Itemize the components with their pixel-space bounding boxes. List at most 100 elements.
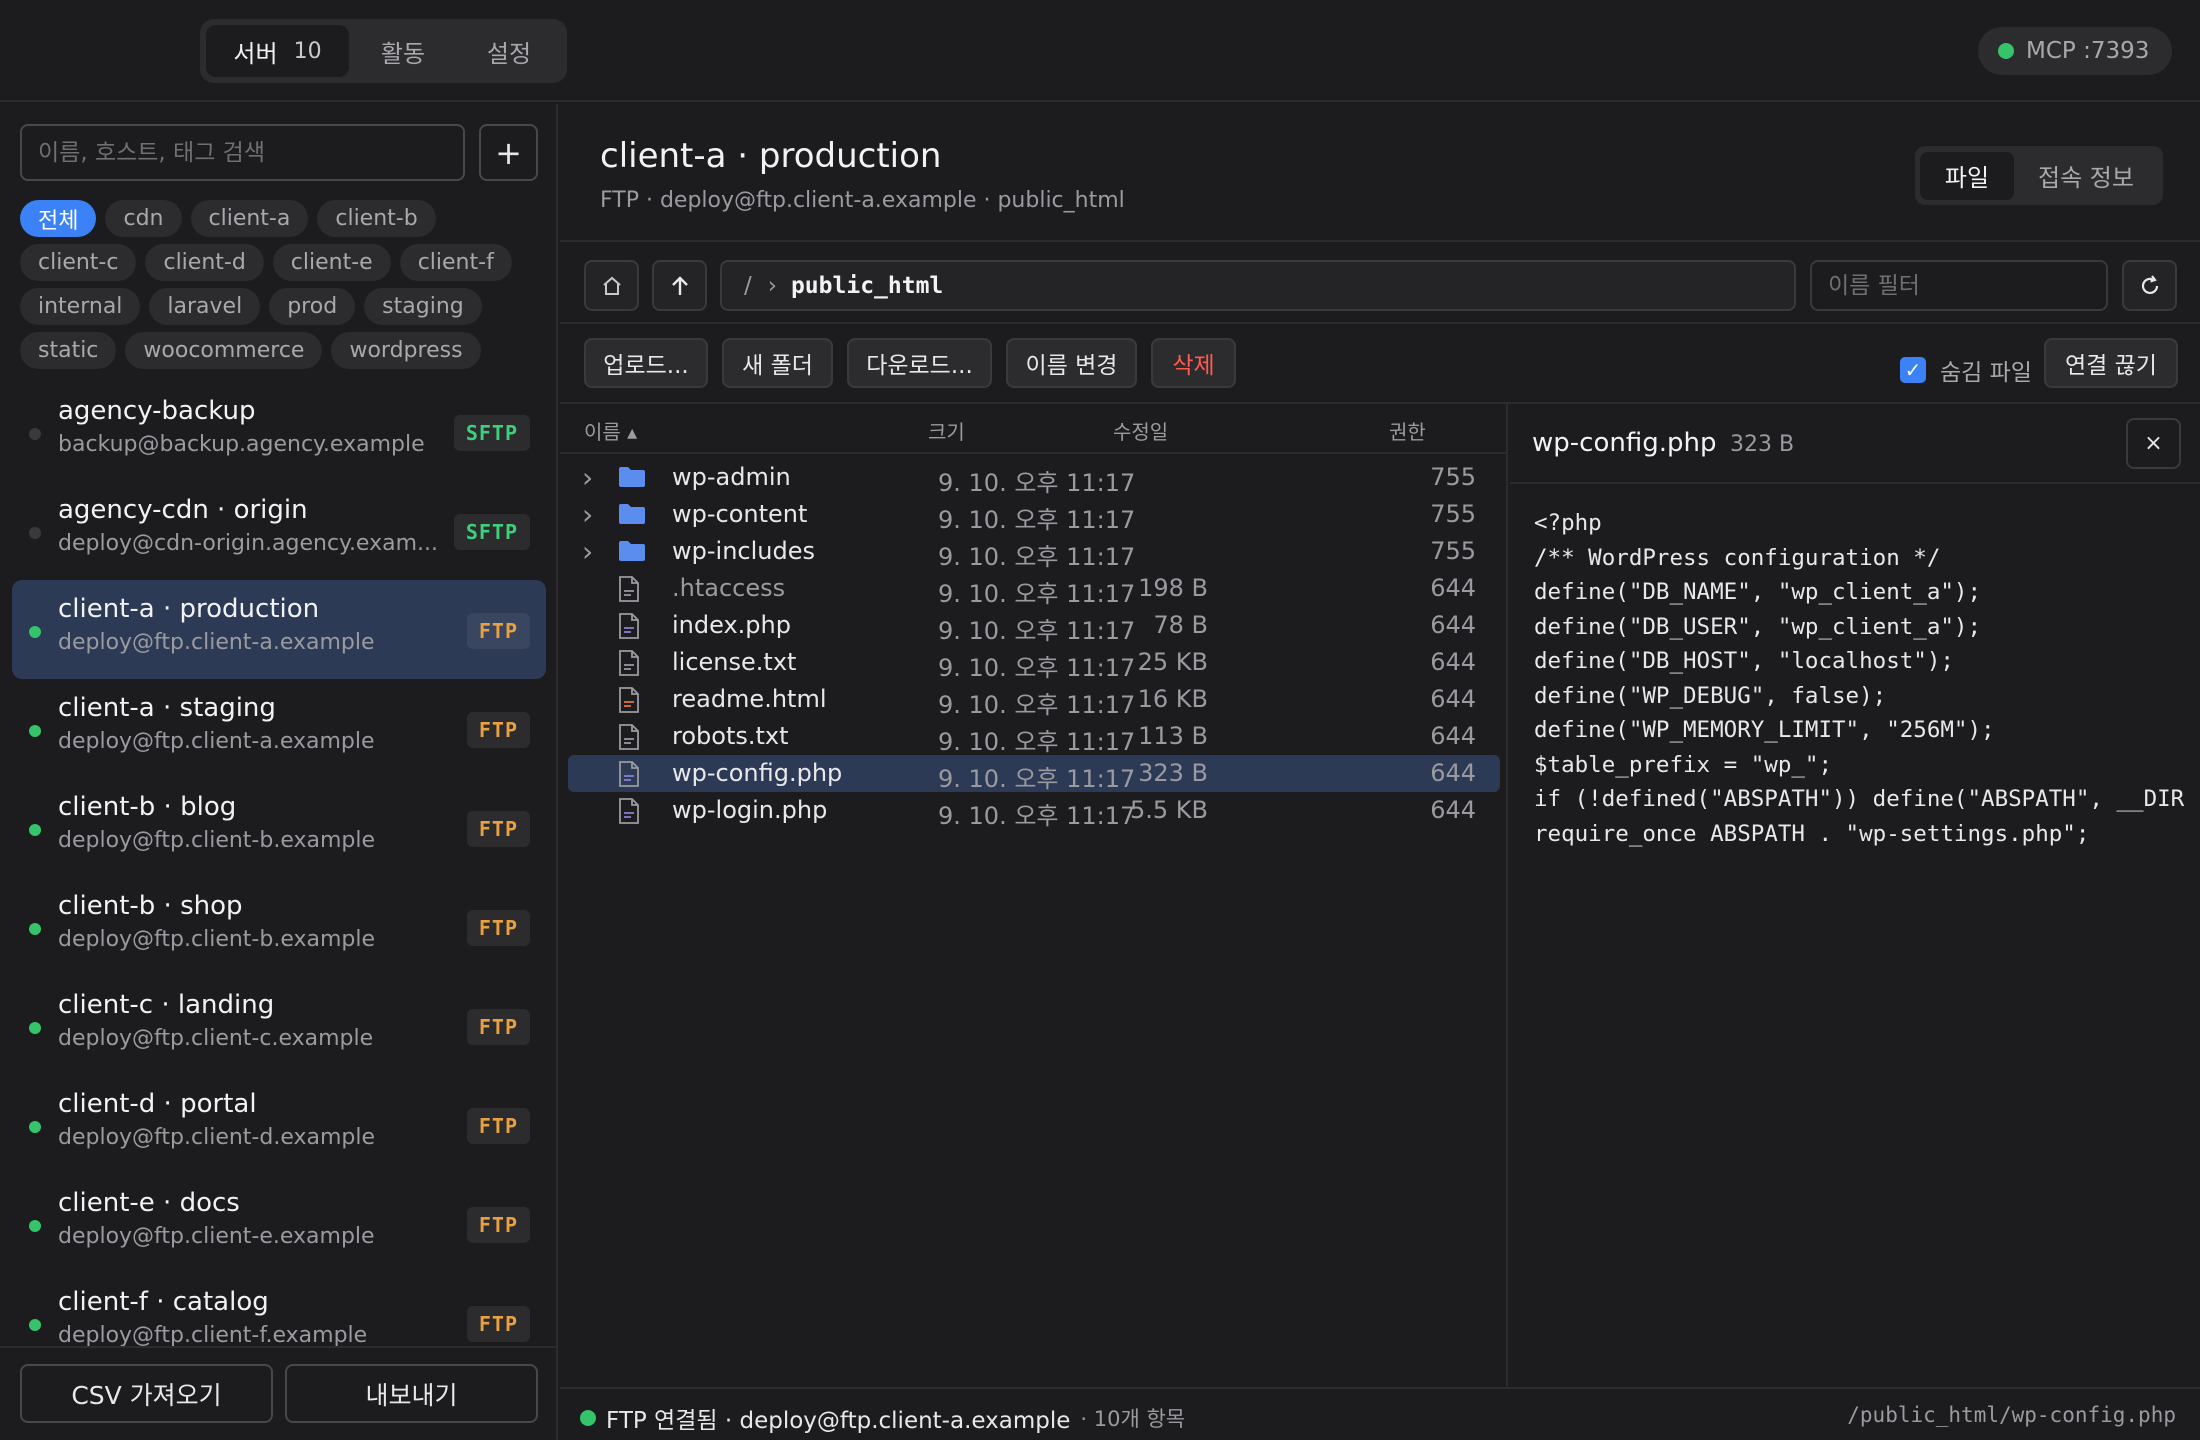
- server-list-item[interactable]: client-e · docs deploy@ftp.client-e.examp…: [12, 1174, 546, 1273]
- server-list-item[interactable]: client-c · landing deploy@ftp.client-c.ex…: [12, 976, 546, 1075]
- tab-activity-label: 활동: [380, 39, 426, 68]
- tag-woocommerce[interactable]: woocommerce: [125, 332, 323, 369]
- connection-status-label: FTP 연결됨 · deploy@ftp.client-a.example: [606, 1408, 1071, 1434]
- table-row[interactable]: index.php 78 B 9. 10. 오후 11:17 644: [568, 607, 1500, 645]
- upload-button[interactable]: 업로드...: [584, 338, 708, 388]
- protocol-badge: FTP: [466, 1207, 530, 1243]
- file-permissions: 755: [1430, 537, 1476, 565]
- tag-wordpress[interactable]: wordpress: [331, 332, 481, 369]
- server-list-item[interactable]: agency-cdn · origin deploy@cdn-origin.age…: [12, 481, 546, 580]
- mcp-status-label: MCP :7393: [2026, 38, 2150, 64]
- disconnect-button[interactable]: 연결 끊기: [2044, 338, 2178, 388]
- tab-activity[interactable]: 활동: [349, 25, 457, 77]
- tag-client-f[interactable]: client-f: [399, 244, 512, 281]
- file-name: wp-config.php: [672, 759, 843, 787]
- column-permissions[interactable]: 권한: [1389, 416, 1426, 445]
- server-list-item[interactable]: agency-backup backup@backup.agency.exampl…: [12, 382, 546, 481]
- table-row[interactable]: › wp-content 9. 10. 오후 11:17 755: [568, 496, 1500, 534]
- code-line: define("DB_NAME", "wp_client_a");: [1534, 579, 1982, 605]
- table-row[interactable]: › wp-admin 9. 10. 오후 11:17 755: [568, 459, 1500, 497]
- add-server-button[interactable]: +: [479, 124, 538, 181]
- page-title: client-a · production: [600, 136, 942, 176]
- code-line: /** WordPress configuration */: [1534, 544, 1941, 571]
- tag-static[interactable]: static: [20, 332, 117, 369]
- tab-connection-info[interactable]: 접속 정보: [2014, 152, 2158, 200]
- name-filter-input[interactable]: [1810, 260, 2108, 311]
- parent-directory-button[interactable]: [652, 260, 707, 311]
- tag-client-c[interactable]: client-c: [20, 244, 137, 281]
- hidden-files-label: 숨김 파일: [1940, 360, 2032, 386]
- table-row[interactable]: robots.txt 113 B 9. 10. 오후 11:17 644: [568, 718, 1500, 756]
- breadcrumb[interactable]: / › public_html: [720, 260, 1796, 311]
- file-preview-panel: wp-config.php 323 B × <?php /** WordPress…: [1510, 404, 2200, 1387]
- server-list-item[interactable]: client-b · blog deploy@ftp.client-b.examp…: [12, 778, 546, 877]
- download-button[interactable]: 다운로드...: [847, 338, 992, 388]
- table-row[interactable]: wp-login.php 5.5 KB 9. 10. 오후 11:17 644: [568, 792, 1500, 830]
- file-modified: 9. 10. 오후 11:17: [938, 617, 1136, 645]
- rename-button[interactable]: 이름 변경: [1006, 338, 1137, 388]
- server-list-item[interactable]: client-a · staging deploy@ftp.client-a.ex…: [12, 679, 546, 778]
- hidden-files-toggle[interactable]: ✓ 숨김 파일: [1900, 353, 2032, 387]
- tag-cdn[interactable]: cdn: [105, 200, 182, 237]
- csv-import-button[interactable]: CSV 가져오기: [20, 1364, 273, 1423]
- chevron-right-icon[interactable]: ›: [582, 461, 593, 494]
- table-row[interactable]: › wp-includes 9. 10. 오후 11:17 755: [568, 533, 1500, 571]
- tab-settings-label: 설정: [486, 39, 532, 68]
- tag-client-a[interactable]: client-a: [190, 200, 309, 237]
- tag-client-e[interactable]: client-e: [272, 244, 391, 281]
- server-list-item[interactable]: client-f · catalog deploy@ftp.client-f.ex…: [12, 1273, 546, 1346]
- sidebar-footer: CSV 가져오기 내보내기: [0, 1346, 556, 1440]
- server-list-item[interactable]: client-a · production deploy@ftp.client-a…: [12, 580, 546, 679]
- tab-settings[interactable]: 설정: [457, 25, 561, 77]
- new-folder-button[interactable]: 새 폴더: [722, 338, 833, 388]
- view-tabs: 파일 접속 정보: [1915, 146, 2163, 205]
- server-name: agency-cdn · origin: [58, 495, 308, 525]
- protocol-badge: FTP: [466, 1306, 530, 1342]
- column-modified[interactable]: 수정일: [1113, 416, 1168, 445]
- server-search-input[interactable]: [20, 124, 465, 181]
- mcp-status-badge[interactable]: MCP :7393: [1978, 27, 2172, 75]
- server-host: deploy@ftp.client-b.example: [58, 927, 376, 952]
- download-label: 다운로드...: [866, 353, 973, 379]
- file-name: readme.html: [672, 685, 827, 713]
- folder-icon: [618, 465, 646, 491]
- file-icon: [618, 687, 646, 713]
- chevron-right-icon[interactable]: ›: [582, 535, 593, 568]
- column-size[interactable]: 크기: [928, 416, 965, 445]
- refresh-button[interactable]: [2122, 260, 2177, 311]
- table-row[interactable]: .htaccess 198 B 9. 10. 오후 11:17 644: [568, 570, 1500, 608]
- path-bar: / › public_html: [560, 240, 2200, 324]
- mcp-status-dot-icon: [1998, 43, 2014, 59]
- server-name: client-a · production: [58, 594, 320, 624]
- tab-files[interactable]: 파일: [1920, 151, 2014, 200]
- server-list-item[interactable]: client-b · shop deploy@ftp.client-b.examp…: [12, 877, 546, 976]
- table-row[interactable]: license.txt 25 KB 9. 10. 오후 11:17 644: [568, 644, 1500, 682]
- file-table: 이름 ▴ 크기 수정일 권한 › wp-admin 9. 10. 오후 11:17 7…: [560, 404, 1508, 1387]
- breadcrumb-root[interactable]: /: [744, 273, 752, 299]
- server-host: deploy@cdn-origin.agency.exam...: [58, 531, 438, 556]
- status-dot-icon: [29, 1319, 41, 1331]
- home-button[interactable]: [584, 260, 639, 311]
- code-line: require_once ABSPATH . "wp-settings.php"…: [1534, 820, 2090, 847]
- tab-servers[interactable]: 서버 10: [206, 25, 349, 77]
- server-list-item[interactable]: client-d · portal deploy@ftp.client-d.exa…: [12, 1075, 546, 1174]
- tag-internal[interactable]: internal: [20, 288, 141, 325]
- chevron-right-icon[interactable]: ›: [582, 498, 593, 531]
- tag-laravel[interactable]: laravel: [149, 288, 261, 325]
- column-name[interactable]: 이름 ▴: [584, 416, 637, 445]
- tag-client-d[interactable]: client-d: [145, 244, 264, 281]
- tag-all[interactable]: 전체: [20, 200, 97, 237]
- close-preview-button[interactable]: ×: [2126, 418, 2181, 469]
- tag-prod[interactable]: prod: [269, 288, 356, 325]
- delete-button[interactable]: 삭제: [1151, 338, 1236, 388]
- table-row[interactable]: readme.html 16 KB 9. 10. 오후 11:17 644: [568, 681, 1500, 719]
- file-size: 198 B: [1138, 574, 1208, 602]
- server-name: agency-backup: [58, 396, 256, 426]
- checkmark-icon[interactable]: ✓: [1900, 357, 1926, 383]
- tag-client-b[interactable]: client-b: [317, 200, 436, 237]
- protocol-badge: FTP: [466, 811, 530, 847]
- table-row[interactable]: wp-config.php 323 B 9. 10. 오후 11:17 644: [568, 755, 1500, 793]
- export-button[interactable]: 내보내기: [285, 1364, 538, 1423]
- protocol-badge: FTP: [466, 1009, 530, 1045]
- tag-staging[interactable]: staging: [364, 288, 482, 325]
